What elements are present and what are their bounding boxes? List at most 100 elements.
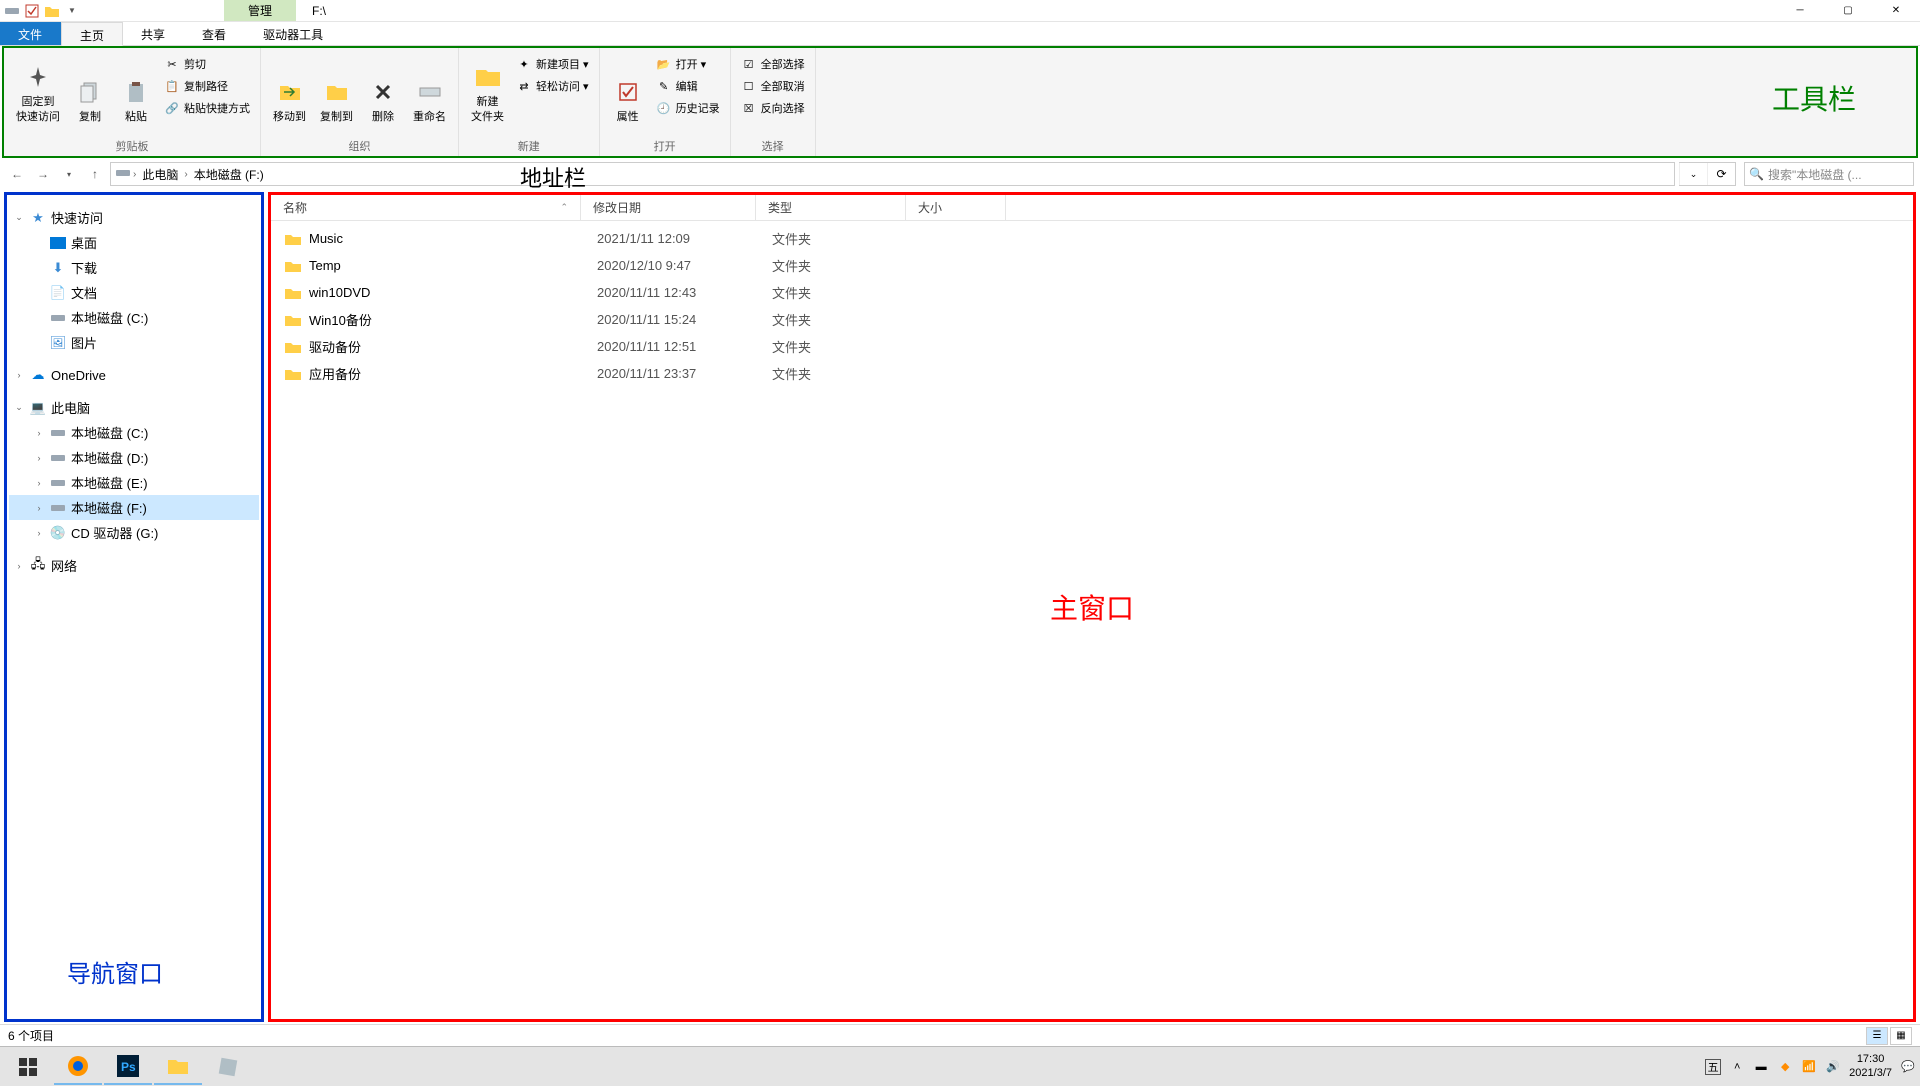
view-details-button[interactable]: ☰ (1866, 1027, 1888, 1045)
status-count: 6 个项目 (8, 1027, 54, 1044)
manage-tab[interactable]: 管理 (224, 0, 296, 21)
close-button[interactable]: ✕ (1872, 0, 1920, 22)
file-row[interactable]: Temp2020/12/10 9:47文件夹 (271, 252, 1913, 279)
task-firefox[interactable] (54, 1049, 102, 1085)
file-date: 2020/11/11 12:43 (597, 285, 772, 300)
notifications-icon[interactable]: 💬 (1900, 1059, 1916, 1075)
nav-drive-c2[interactable]: ›本地磁盘 (C:) (9, 420, 259, 445)
chevron-up-icon[interactable]: ˄ (1729, 1059, 1745, 1075)
start-button[interactable] (4, 1049, 52, 1085)
col-type[interactable]: 类型 (756, 195, 906, 220)
group-label-organize: 组织 (267, 136, 452, 154)
task-app[interactable] (204, 1049, 252, 1085)
selectnone-button[interactable]: ☐全部取消 (737, 76, 809, 96)
nav-network[interactable]: ›🖧网络 (9, 553, 259, 578)
col-name[interactable]: 名称⌃ (271, 195, 581, 220)
maximize-button[interactable]: ▢ (1824, 0, 1872, 22)
nav-quickaccess[interactable]: ⌄★快速访问 (9, 205, 259, 230)
properties-button[interactable]: 属性 (606, 52, 650, 126)
annotation-main-label: 主窗口 (1050, 587, 1134, 627)
window-title: F:\ (312, 4, 1776, 18)
invert-button[interactable]: ☒反向选择 (737, 98, 809, 118)
minimize-button[interactable]: ─ (1776, 0, 1824, 22)
navigation-pane: ⌄★快速访问 桌面 ⬇下载 📄文档 本地磁盘 (C:) 🖼图片 ›☁OneDri… (4, 192, 264, 1022)
crumb-thispc[interactable]: 此电脑 (138, 166, 182, 183)
easyaccess-button[interactable]: ⇄轻松访问 ▾ (512, 76, 593, 96)
copy-button[interactable]: 复制 (68, 52, 112, 126)
tab-drivetools[interactable]: 驱动器工具 (245, 22, 342, 45)
task-photoshop[interactable]: Ps (104, 1049, 152, 1085)
refresh-button[interactable]: ⟳ (1707, 163, 1735, 185)
folder-icon (283, 364, 303, 384)
group-label-open: 打开 (606, 136, 724, 154)
tab-home[interactable]: 主页 (61, 22, 123, 46)
history-button[interactable]: 🕘历史记录 (652, 98, 724, 118)
newitem-button[interactable]: ✦新建项目 ▾ (512, 54, 593, 74)
delete-button[interactable]: 删除 (361, 52, 405, 126)
nav-drive-e[interactable]: ›本地磁盘 (E:) (9, 470, 259, 495)
address-dropdown[interactable]: ⌄ (1679, 163, 1707, 185)
moveto-button[interactable]: 移动到 (267, 52, 312, 126)
nav-drive-d[interactable]: ›本地磁盘 (D:) (9, 445, 259, 470)
ime-icon[interactable]: 五 (1705, 1059, 1721, 1075)
chevron-right-icon[interactable]: › (133, 169, 136, 180)
search-input[interactable]: 🔍 搜索"本地磁盘 (... (1744, 162, 1914, 186)
back-button[interactable]: ← (6, 163, 28, 185)
tab-file[interactable]: 文件 (0, 22, 61, 45)
group-organize: 移动到 复制到 删除 重命名 组织 (261, 48, 459, 156)
view-icons-button[interactable]: ▦ (1890, 1027, 1912, 1045)
wifi-icon[interactable]: 📶 (1801, 1059, 1817, 1075)
app-tray-icon[interactable]: ◆ (1777, 1059, 1793, 1075)
col-size[interactable]: 大小 (906, 195, 1006, 220)
pin-button[interactable]: 固定到 快速访问 (10, 52, 66, 126)
forward-button[interactable]: → (32, 163, 54, 185)
selectall-button[interactable]: ☑全部选择 (737, 54, 809, 74)
file-row[interactable]: 驱动备份2020/11/11 12:51文件夹 (271, 333, 1913, 360)
copypath-button[interactable]: 📋复制路径 (160, 76, 254, 96)
file-row[interactable]: Music2021/1/11 12:09文件夹 (271, 225, 1913, 252)
tab-view[interactable]: 查看 (184, 22, 245, 45)
newfolder-button[interactable]: 新建 文件夹 (465, 52, 510, 126)
nav-documents[interactable]: 📄文档 (9, 280, 259, 305)
task-explorer[interactable] (154, 1049, 202, 1085)
file-row[interactable]: Win10备份2020/11/11 15:24文件夹 (271, 306, 1913, 333)
recent-button[interactable]: ▾ (58, 163, 80, 185)
clock[interactable]: 17:30 2021/3/7 (1849, 1053, 1892, 1079)
tab-share[interactable]: 共享 (123, 22, 184, 45)
file-date: 2021/1/11 12:09 (597, 231, 772, 246)
nav-onedrive[interactable]: ›☁OneDrive (9, 363, 259, 387)
nav-downloads[interactable]: ⬇下载 (9, 255, 259, 280)
titlebar: ▼ 管理 F:\ ─ ▢ ✕ (0, 0, 1920, 22)
network-icon: 🖧 (29, 557, 47, 575)
file-date: 2020/11/11 15:24 (597, 312, 772, 327)
battery-icon[interactable]: ▬ (1753, 1059, 1769, 1075)
drive-icon (49, 474, 67, 492)
copyto-button[interactable]: 复制到 (314, 52, 359, 126)
folder-icon[interactable] (44, 3, 60, 19)
file-row[interactable]: win10DVD2020/11/11 12:43文件夹 (271, 279, 1913, 306)
nav-pictures[interactable]: 🖼图片 (9, 330, 259, 355)
chevron-right-icon[interactable]: › (184, 169, 187, 180)
dropdown-icon[interactable]: ▼ (64, 3, 80, 19)
breadcrumb[interactable]: › 此电脑 › 本地磁盘 (F:) (110, 162, 1675, 186)
col-date[interactable]: 修改日期 (581, 195, 756, 220)
file-date: 2020/11/11 12:51 (597, 339, 772, 354)
rename-button[interactable]: 重命名 (407, 52, 452, 126)
edit-button[interactable]: ✎编辑 (652, 76, 724, 96)
properties-icon[interactable] (24, 3, 40, 19)
nav-thispc[interactable]: ⌄💻此电脑 (9, 395, 259, 420)
nav-cdrom[interactable]: ›💿CD 驱动器 (G:) (9, 520, 259, 545)
nav-desktop[interactable]: 桌面 (9, 230, 259, 255)
file-row[interactable]: 应用备份2020/11/11 23:37文件夹 (271, 360, 1913, 387)
volume-icon[interactable]: 🔊 (1825, 1059, 1841, 1075)
folder-icon (283, 283, 303, 303)
crumb-drive[interactable]: 本地磁盘 (F:) (190, 166, 268, 183)
paste-button[interactable]: 粘贴 (114, 52, 158, 126)
open-button[interactable]: 📂打开 ▾ (652, 54, 724, 74)
pasteshortcut-button[interactable]: 🔗粘贴快捷方式 (160, 98, 254, 118)
cut-button[interactable]: ✂剪切 (160, 54, 254, 74)
nav-drive-c[interactable]: 本地磁盘 (C:) (9, 305, 259, 330)
nav-drive-f[interactable]: ›本地磁盘 (F:) (9, 495, 259, 520)
group-label-new: 新建 (465, 136, 593, 154)
up-button[interactable]: ↑ (84, 163, 106, 185)
